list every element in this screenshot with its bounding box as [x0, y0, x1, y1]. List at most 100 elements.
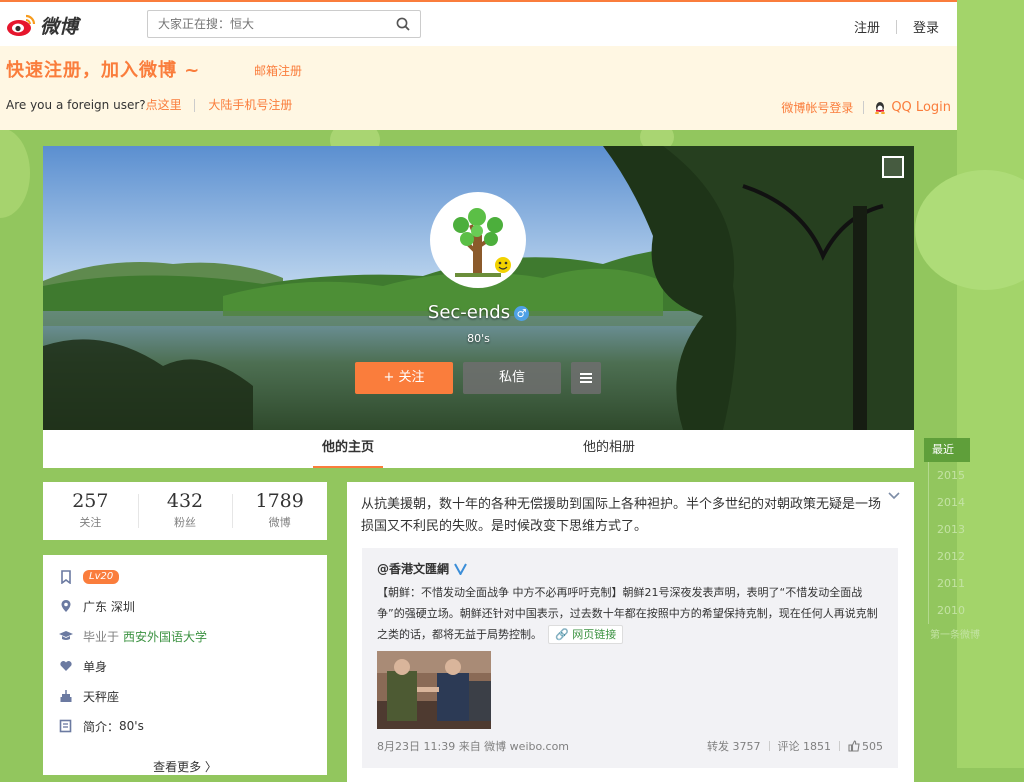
education-prefix: 毕业于 — [83, 629, 120, 644]
weibo-eye-icon — [7, 14, 36, 36]
more-menu-icon[interactable] — [571, 362, 601, 394]
foreign-user-link[interactable]: 点这里 — [146, 98, 182, 112]
thumbs-up-icon — [848, 740, 860, 752]
top-navbar: 微博 注册 登录 — [0, 0, 957, 46]
web-link[interactable]: 🔗 网页链接 — [548, 625, 624, 644]
qq-login-label: QQ Login — [891, 100, 951, 115]
message-button[interactable]: 私信 — [463, 362, 561, 394]
search-box[interactable] — [147, 10, 421, 38]
brand-name: 微博 — [40, 15, 79, 38]
background-right-strip — [957, 0, 1024, 768]
tab-home[interactable]: 他的主页 — [313, 430, 383, 468]
background-hill-right — [915, 170, 1024, 290]
divider — [863, 101, 865, 114]
repost-author[interactable]: @香港文匯網 — [377, 560, 449, 577]
register-headline[interactable]: 快速注册，加入微博 ~ — [6, 56, 200, 82]
follow-button-label: 关注 — [398, 370, 425, 385]
repost-meta: 8月23日 11:39 来自 微博 weibo.com — [377, 740, 570, 753]
info-location: 广东 深圳 — [59, 596, 135, 616]
relationship-text: 单身 — [83, 659, 108, 674]
stat-value: 432 — [166, 490, 204, 512]
year-timeline: 最近 2015 2014 2013 2012 2011 2010 第一条微博 — [924, 438, 984, 641]
timeline-first-post[interactable]: 第一条微博 — [924, 626, 984, 641]
avatar[interactable] — [430, 192, 526, 288]
info-bio: 简介： 80's — [59, 716, 144, 736]
tab-album[interactable]: 他的相册 — [573, 430, 645, 468]
weibo-logo[interactable]: 微博 — [6, 11, 78, 39]
profile-info-card: Lv20 广东 深圳 毕业于 西安外国语大学 单身 天秤座 简介： 80's 查看更… — [43, 555, 327, 775]
timeline-year[interactable]: 2012 — [928, 543, 984, 570]
plus-icon: + — [383, 370, 395, 385]
verified-icon — [454, 563, 467, 575]
foreign-user-text: Are you a foreign user? — [6, 98, 146, 112]
repost-actions: 转发 3757 评论 1851 505 — [707, 738, 883, 754]
zodiac-text: 天秤座 — [83, 689, 120, 704]
location-text: 广东 深圳 — [83, 599, 135, 614]
profile-username[interactable]: Sec-ends — [428, 302, 510, 323]
divider — [839, 741, 840, 751]
info-zodiac: 天秤座 — [59, 686, 119, 706]
stat-followers[interactable]: 432 粉丝 — [137, 482, 233, 540]
phone-register-link[interactable]: 大陆手机号注册 — [208, 98, 292, 112]
timeline-year[interactable]: 2013 — [928, 516, 984, 543]
heart-icon — [60, 661, 72, 671]
bio-text: 80's — [119, 719, 144, 733]
post-text: 从抗美援朝，数十年的各种无偿援助到国际上各种袒护。半个多世纪的对朝政策无疑是一场… — [361, 497, 882, 534]
edit-note-icon — [59, 719, 72, 733]
follow-button[interactable]: + 关注 — [355, 362, 453, 394]
timeline-year[interactable]: 2010 — [928, 597, 984, 624]
profile-username-line: Sec-ends ♂ — [43, 302, 914, 323]
search-icon[interactable] — [396, 17, 410, 31]
divider — [768, 741, 770, 751]
like-button[interactable]: 505 — [848, 740, 883, 753]
divider — [895, 19, 897, 34]
graduation-cap-icon — [59, 631, 73, 640]
foreign-user-line: Are you a foreign user?点这里 大陆手机号注册 — [6, 96, 292, 113]
repost-body: 【朝鲜：不惜发动全面战争 中方不必再呼吁克制】朝鲜21号深夜发表声明，表明了“不… — [377, 586, 878, 641]
weibo-account-login-link[interactable]: 微博帐号登录 — [781, 99, 853, 116]
stat-following[interactable]: 257 关注 — [43, 482, 138, 540]
timeline-year[interactable]: 2015 — [928, 462, 984, 489]
stat-value: 1789 — [255, 490, 304, 512]
stat-posts[interactable]: 1789 微博 — [232, 482, 327, 540]
web-link-label: 网页链接 — [572, 628, 617, 641]
school-link[interactable]: 西安外国语大学 — [123, 628, 207, 645]
cover-settings-icon[interactable] — [882, 156, 904, 178]
timeline-year[interactable]: 2011 — [928, 570, 984, 597]
tree-avatar-image — [433, 195, 523, 285]
repost-count-button[interactable]: 转发 3757 — [707, 738, 761, 754]
timeline-year[interactable]: 2014 — [928, 489, 984, 516]
info-education: 毕业于 西安外国语大学 — [59, 626, 207, 646]
level-badge[interactable]: Lv20 — [83, 570, 120, 584]
repost-author-line: @香港文匯網 — [377, 560, 467, 577]
top-account-links: 注册 登录 — [854, 17, 939, 36]
info-relationship: 单身 — [59, 656, 107, 676]
stat-label: 微博 — [268, 516, 291, 529]
comment-count-button[interactable]: 评论 1851 — [778, 738, 832, 754]
stat-value: 257 — [72, 490, 109, 512]
repost-photo[interactable] — [377, 651, 491, 729]
background-hill-left — [0, 128, 30, 218]
timeline-recent[interactable]: 最近 — [924, 438, 970, 462]
link-icon: 🔗 — [555, 628, 569, 641]
stat-label: 粉丝 — [174, 516, 196, 529]
repost-text: 【朝鲜：不惜发动全面战争 中方不必再呼吁克制】朝鲜21号深夜发表声明，表明了“不… — [377, 582, 887, 645]
login-link[interactable]: 登录 — [913, 17, 939, 36]
profile-stats: 257 关注 432 粉丝 1789 微博 — [43, 482, 327, 540]
like-count: 505 — [862, 739, 883, 753]
search-input[interactable] — [148, 11, 398, 37]
info-level: Lv20 — [59, 567, 120, 587]
feed-card: 从抗美援朝，数十年的各种无偿援助到国际上各种袒护。半个多世纪的对朝政策无疑是一场… — [347, 482, 914, 782]
qq-login-link[interactable]: QQ Login — [874, 100, 951, 115]
stat-label: 关注 — [79, 516, 102, 529]
email-register-link[interactable]: 邮箱注册 — [254, 62, 302, 79]
profile-tagline: 80's — [467, 332, 490, 345]
birthday-cake-icon — [60, 690, 72, 702]
login-options: 微博帐号登录 QQ Login — [781, 99, 951, 116]
view-more-link[interactable]: 查看更多 〉 — [43, 758, 327, 775]
register-link[interactable]: 注册 — [854, 17, 880, 36]
register-banner: 快速注册，加入微博 ~ 邮箱注册 Are you a foreign user?… — [0, 46, 957, 130]
location-pin-icon — [61, 600, 71, 612]
bio-label: 简介： — [83, 719, 120, 734]
qq-penguin-icon — [875, 102, 886, 114]
